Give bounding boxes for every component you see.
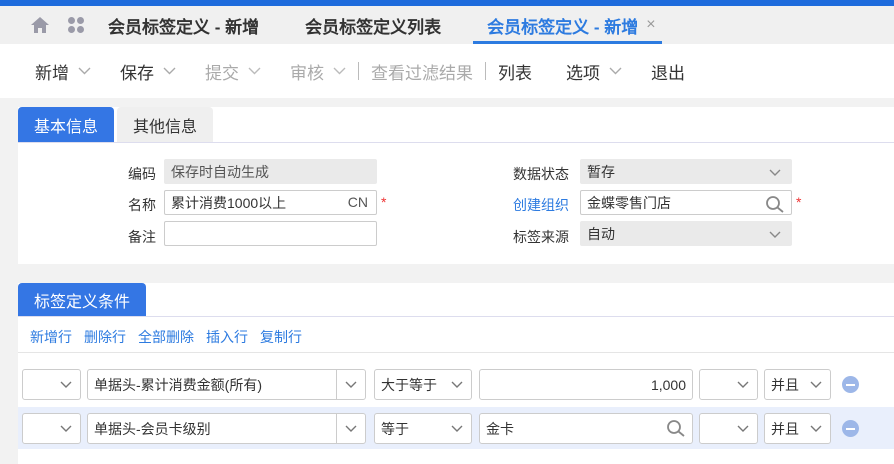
- condition-field-select[interactable]: 单据头-会员卡级别: [87, 413, 366, 444]
- chevron-down-icon[interactable]: [333, 67, 346, 75]
- toolbar-divider: [358, 62, 359, 80]
- paren-close-select[interactable]: [699, 369, 758, 400]
- chevron-down-icon: [345, 381, 357, 388]
- comparison-operator-select[interactable]: 大于等于: [374, 369, 472, 400]
- chevron-down-icon: [451, 381, 463, 388]
- copy-row-link[interactable]: 复制行: [260, 327, 302, 347]
- delete-all-link[interactable]: 全部删除: [138, 327, 194, 347]
- source-select[interactable]: 自动: [580, 221, 792, 246]
- panel-tabs: 基本信息 其他信息: [18, 107, 214, 142]
- chevron-down-icon[interactable]: [609, 67, 622, 75]
- select-divider: [336, 370, 337, 399]
- name-input[interactable]: 累计消费1000以上 CN: [164, 190, 377, 215]
- chevron-down-icon: [345, 425, 357, 432]
- logic-operator-select[interactable]: 并且: [764, 369, 831, 400]
- tab-member-tag-new-active[interactable]: 会员标签定义 - 新增 ×: [473, 6, 663, 44]
- paren-close-select[interactable]: [699, 413, 758, 444]
- add-row-link[interactable]: 新增行: [30, 327, 72, 347]
- home-icon[interactable]: [30, 15, 50, 35]
- chevron-down-icon: [451, 425, 463, 432]
- tab-other-info[interactable]: 其他信息: [117, 107, 214, 142]
- chevron-down-icon: [810, 425, 822, 432]
- tab-tag-conditions[interactable]: 标签定义条件: [18, 283, 147, 316]
- org-input[interactable]: 金蝶零售门店: [580, 190, 792, 215]
- list-button[interactable]: 列表: [498, 59, 532, 84]
- options-button[interactable]: 选项: [566, 59, 622, 84]
- audit-button[interactable]: 审核: [290, 59, 346, 84]
- chevron-down-icon[interactable]: [248, 67, 261, 75]
- tab-basic-info[interactable]: 基本信息: [18, 107, 115, 142]
- delete-row-link[interactable]: 删除行: [84, 327, 126, 347]
- chevron-down-icon: [769, 231, 781, 238]
- grid-actions: 新增行 删除行 全部删除 插入行 复制行: [30, 327, 314, 347]
- org-label-link[interactable]: 创建组织: [513, 195, 569, 215]
- language-indicator[interactable]: CN: [348, 194, 368, 210]
- paren-open-select[interactable]: [22, 413, 81, 444]
- page-tabs: 会员标签定义 - 新增 会员标签定义列表 会员标签定义 - 新增 ×: [0, 6, 894, 44]
- apps-grid-icon[interactable]: [66, 15, 86, 35]
- grid-divider: [18, 352, 894, 353]
- toolbar-divider: [485, 62, 486, 80]
- chevron-down-icon: [810, 381, 822, 388]
- toolbar: 新增 保存 提交 审核 查看过滤结果 列表 选项 退出: [0, 44, 894, 98]
- save-button[interactable]: 保存: [120, 59, 176, 84]
- conditions-tab-underline: [18, 316, 894, 317]
- chevron-down-icon: [769, 169, 781, 176]
- search-icon[interactable]: [666, 419, 686, 437]
- paren-open-select[interactable]: [22, 369, 81, 400]
- tab-member-tag-new-1[interactable]: 会员标签定义 - 新增: [108, 6, 259, 44]
- submit-button[interactable]: 提交: [205, 59, 261, 84]
- chevron-down-icon[interactable]: [163, 67, 176, 75]
- status-label: 数据状态: [513, 166, 569, 182]
- chevron-down-icon: [737, 425, 749, 432]
- condition-value-input[interactable]: 金卡: [479, 413, 693, 444]
- name-label: 名称: [128, 197, 156, 213]
- view-filter-result-button[interactable]: 查看过滤结果: [371, 59, 473, 84]
- exit-button[interactable]: 退出: [651, 59, 685, 84]
- remark-input[interactable]: [164, 221, 377, 246]
- comparison-operator-select[interactable]: 等于: [374, 413, 472, 444]
- code-label: 编码: [128, 166, 156, 182]
- remark-label: 备注: [128, 229, 156, 245]
- tab-close-icon[interactable]: ×: [646, 16, 655, 34]
- condition-field-select[interactable]: 单据头-累计消费金额(所有): [87, 369, 366, 400]
- panel-tab-underline: [18, 142, 894, 143]
- source-label: 标签来源: [513, 229, 569, 245]
- chevron-down-icon: [60, 425, 72, 432]
- chevron-down-icon: [60, 381, 72, 388]
- chevron-down-icon[interactable]: [78, 67, 91, 75]
- remove-row-icon[interactable]: [842, 376, 859, 393]
- tab-member-tag-list[interactable]: 会员标签定义列表: [305, 6, 441, 44]
- chevron-down-icon: [737, 381, 749, 388]
- insert-row-link[interactable]: 插入行: [206, 327, 248, 347]
- required-marker: *: [381, 194, 387, 210]
- select-divider: [336, 414, 337, 443]
- condition-value-input[interactable]: 1,000: [479, 369, 693, 400]
- search-icon[interactable]: [765, 195, 785, 213]
- status-select: 暂存: [580, 159, 792, 184]
- logic-operator-select[interactable]: 并且: [764, 413, 831, 444]
- remove-row-icon[interactable]: [842, 420, 859, 437]
- new-button[interactable]: 新增: [35, 59, 91, 84]
- code-field: 保存时自动生成: [164, 159, 377, 184]
- required-marker: *: [796, 194, 802, 210]
